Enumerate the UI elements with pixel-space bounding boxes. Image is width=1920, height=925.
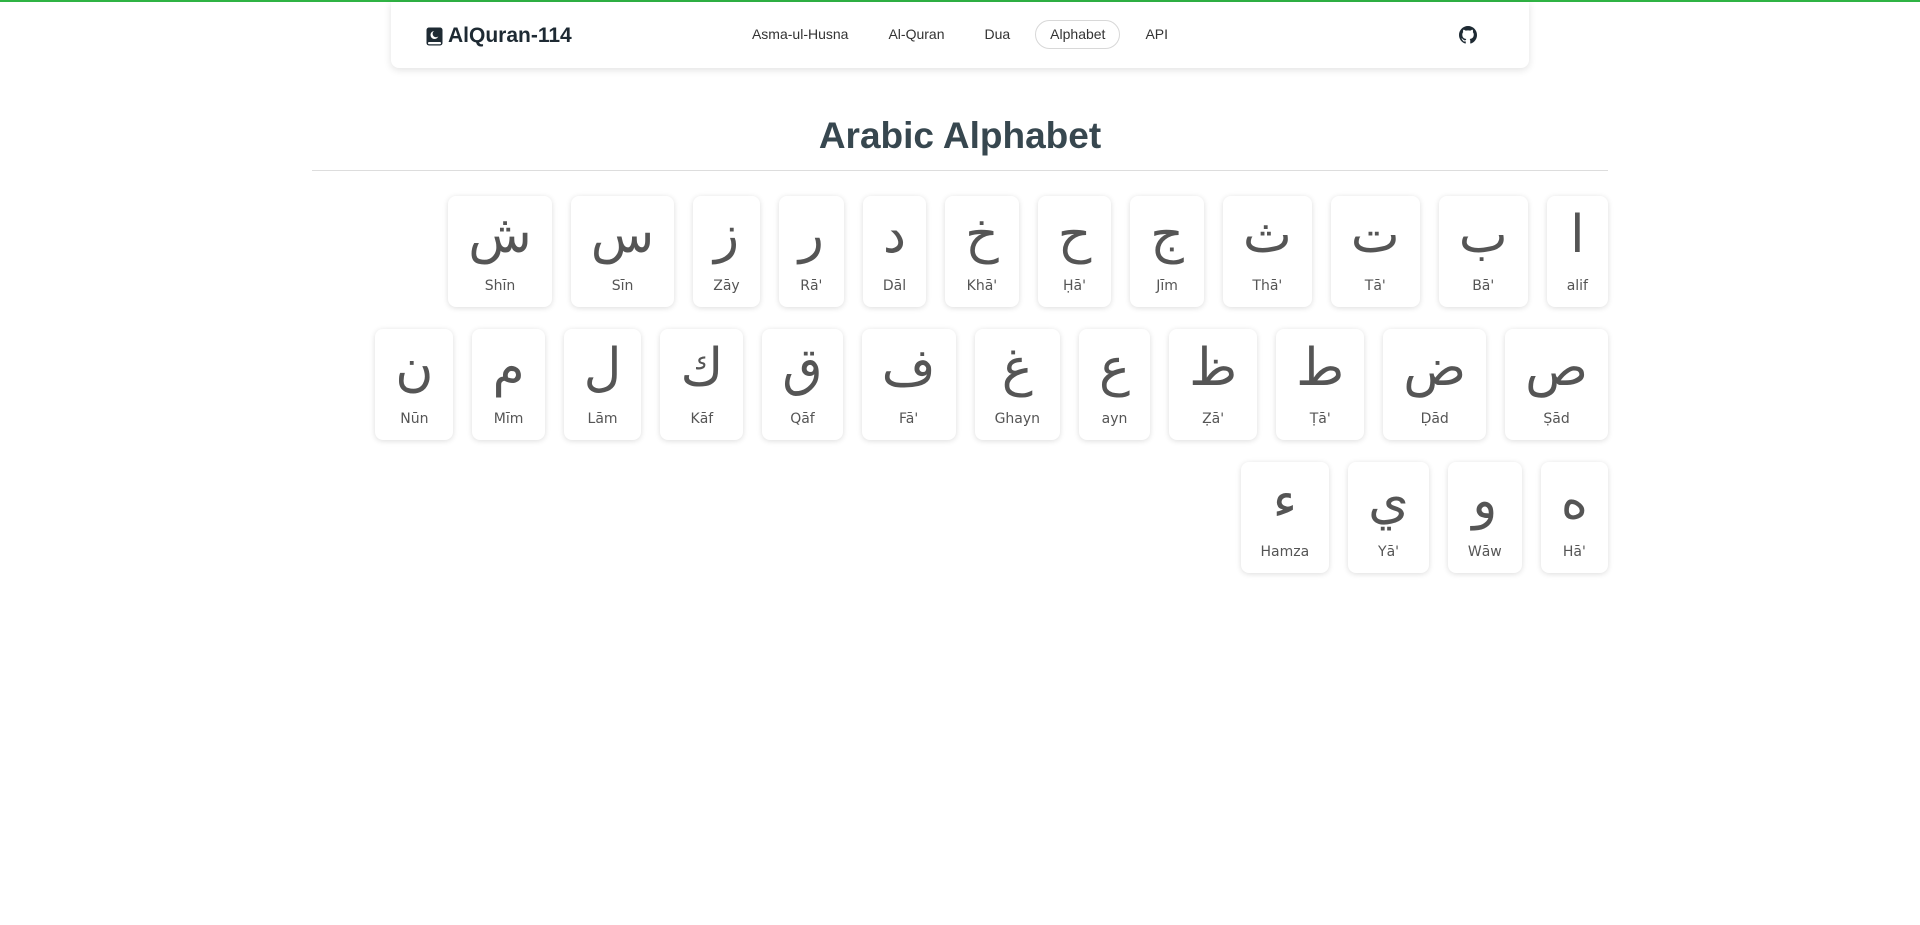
letter-card[interactable]: ف Fā' bbox=[861, 329, 956, 440]
letter-card[interactable]: ك Kāf bbox=[660, 329, 744, 440]
letter-name: Khā' bbox=[966, 278, 998, 294]
letter-card[interactable]: ه Hā' bbox=[1540, 462, 1608, 573]
letter-name: Wāw bbox=[1467, 544, 1502, 560]
github-icon[interactable] bbox=[1459, 26, 1477, 44]
letter-glyph: س bbox=[590, 205, 655, 265]
letter-card[interactable]: ب Bā' bbox=[1438, 196, 1528, 307]
letter-card[interactable]: خ Khā' bbox=[945, 196, 1019, 307]
letter-glyph: م bbox=[492, 338, 525, 398]
letter-glyph: ت bbox=[1350, 205, 1400, 265]
letter-name: Ẓā' bbox=[1202, 411, 1225, 427]
letter-glyph: ص bbox=[1525, 338, 1588, 398]
letter-glyph: ك bbox=[680, 338, 724, 398]
letter-card[interactable]: ط Ṭā' bbox=[1276, 329, 1365, 440]
letter-name: Jīm bbox=[1156, 278, 1178, 294]
letter-card[interactable]: ت Tā' bbox=[1330, 196, 1420, 307]
letter-glyph: ن bbox=[395, 338, 434, 398]
letter-name: Shīn bbox=[484, 278, 516, 294]
letter-card[interactable]: ظ Ẓā' bbox=[1169, 329, 1258, 440]
letter-glyph: ش bbox=[468, 205, 532, 265]
letter-card[interactable]: ء Hamza bbox=[1240, 462, 1330, 573]
letter-card[interactable]: م Mīm bbox=[472, 329, 545, 440]
letter-card[interactable]: غ Ghayn bbox=[974, 329, 1061, 440]
letter-card[interactable]: ع ayn bbox=[1079, 329, 1151, 440]
nav-link-api[interactable]: API bbox=[1130, 20, 1183, 49]
letter-glyph: ف bbox=[881, 338, 936, 398]
title-divider bbox=[312, 170, 1608, 171]
letter-glyph: ح bbox=[1057, 205, 1092, 265]
letter-card[interactable]: ض Ḍād bbox=[1383, 329, 1487, 440]
letter-card[interactable]: و Wāw bbox=[1447, 462, 1522, 573]
brand-name: AlQuran-114 bbox=[448, 24, 572, 47]
letter-glyph: د bbox=[882, 205, 907, 265]
navbar: AlQuran-114 Asma-ul-Husna Al-Quran Dua A… bbox=[391, 2, 1529, 68]
letter-glyph: ض bbox=[1403, 338, 1467, 398]
letter-name: Ṣād bbox=[1543, 411, 1570, 427]
letter-name: alif bbox=[1566, 278, 1588, 294]
letter-name: Mīm bbox=[493, 411, 524, 427]
letter-glyph: ء bbox=[1272, 471, 1298, 531]
letter-card[interactable]: ز Zāy bbox=[693, 196, 760, 307]
letter-name: ayn bbox=[1101, 411, 1128, 427]
letter-glyph: و bbox=[1472, 471, 1498, 531]
letter-glyph: ي bbox=[1368, 471, 1409, 531]
letter-name: Hamza bbox=[1260, 544, 1310, 560]
letter-name: Qāf bbox=[790, 411, 815, 427]
letter-card[interactable]: ل Lām bbox=[563, 329, 642, 440]
letter-glyph: ر bbox=[798, 205, 824, 265]
letter-card[interactable]: ق Qāf bbox=[762, 329, 843, 440]
letter-glyph: ظ bbox=[1189, 338, 1238, 398]
letter-card[interactable]: ح Ḥā' bbox=[1037, 196, 1112, 307]
letter-name: Yā' bbox=[1378, 544, 1400, 560]
letter-card[interactable]: س Sīn bbox=[570, 196, 675, 307]
letter-name: Kāf bbox=[690, 411, 714, 427]
nav-link-alphabet[interactable]: Alphabet bbox=[1035, 20, 1121, 49]
letter-name: Nūn bbox=[400, 411, 429, 427]
letter-name: Bā' bbox=[1472, 278, 1495, 294]
letter-name: Ṭā' bbox=[1309, 411, 1331, 427]
nav-link-al-quran[interactable]: Al-Quran bbox=[873, 20, 959, 49]
letter-glyph: ع bbox=[1099, 338, 1131, 398]
letter-name: Thā' bbox=[1252, 278, 1283, 294]
letter-name: Lām bbox=[587, 411, 618, 427]
letter-name: Tā' bbox=[1364, 278, 1386, 294]
letter-card[interactable]: ش Shīn bbox=[448, 196, 552, 307]
letter-glyph: ط bbox=[1296, 338, 1345, 398]
page-title: Arabic Alphabet bbox=[818, 115, 1102, 156]
brand-logo-link[interactable]: AlQuran-114 bbox=[426, 24, 572, 48]
letter-glyph: ق bbox=[782, 338, 823, 398]
letter-name: Ghayn bbox=[994, 411, 1041, 427]
letter-glyph: ل bbox=[583, 338, 622, 398]
letter-glyph: ج bbox=[1150, 205, 1184, 265]
letter-glyph: ز bbox=[713, 205, 740, 265]
letter-name: Ḥā' bbox=[1062, 278, 1086, 294]
letter-card[interactable]: ث Thā' bbox=[1222, 196, 1312, 307]
nav-link-asma-ul-husna[interactable]: Asma-ul-Husna bbox=[737, 20, 863, 49]
letter-name: Hā' bbox=[1562, 544, 1586, 560]
letter-card[interactable]: ج Jīm bbox=[1130, 196, 1204, 307]
letter-name: Dāl bbox=[882, 278, 907, 294]
letter-glyph: ه bbox=[1560, 471, 1588, 531]
letter-name: Zāy bbox=[713, 278, 740, 294]
letter-card[interactable]: ر Rā' bbox=[778, 196, 844, 307]
letter-card[interactable]: د Dāl bbox=[862, 196, 927, 307]
book-moon-icon bbox=[426, 27, 443, 45]
letter-card[interactable]: ا alif bbox=[1546, 196, 1608, 307]
letter-card[interactable]: ي Yā' bbox=[1348, 462, 1429, 573]
letter-glyph: ث bbox=[1242, 205, 1292, 265]
letter-glyph: ا bbox=[1570, 205, 1585, 265]
letter-name: Fā' bbox=[899, 411, 919, 427]
letter-name: Rā' bbox=[800, 278, 823, 294]
letter-card[interactable]: ن Nūn bbox=[375, 329, 454, 440]
letter-glyph: خ bbox=[965, 205, 999, 265]
nav-link-dua[interactable]: Dua bbox=[969, 20, 1025, 49]
letter-glyph: ب bbox=[1458, 205, 1508, 265]
letter-glyph: غ bbox=[1001, 338, 1033, 398]
letter-card[interactable]: ص Ṣād bbox=[1505, 329, 1608, 440]
alphabet-grid: ا alif ب Bā' ت Tā' ث Thā' ج Jīm ح Ḥā' خ Khā' د Dāl ر Rā' ز… bbox=[364, 196, 1608, 573]
letter-name: Sīn bbox=[611, 278, 634, 294]
letter-name: Ḍād bbox=[1420, 411, 1449, 427]
